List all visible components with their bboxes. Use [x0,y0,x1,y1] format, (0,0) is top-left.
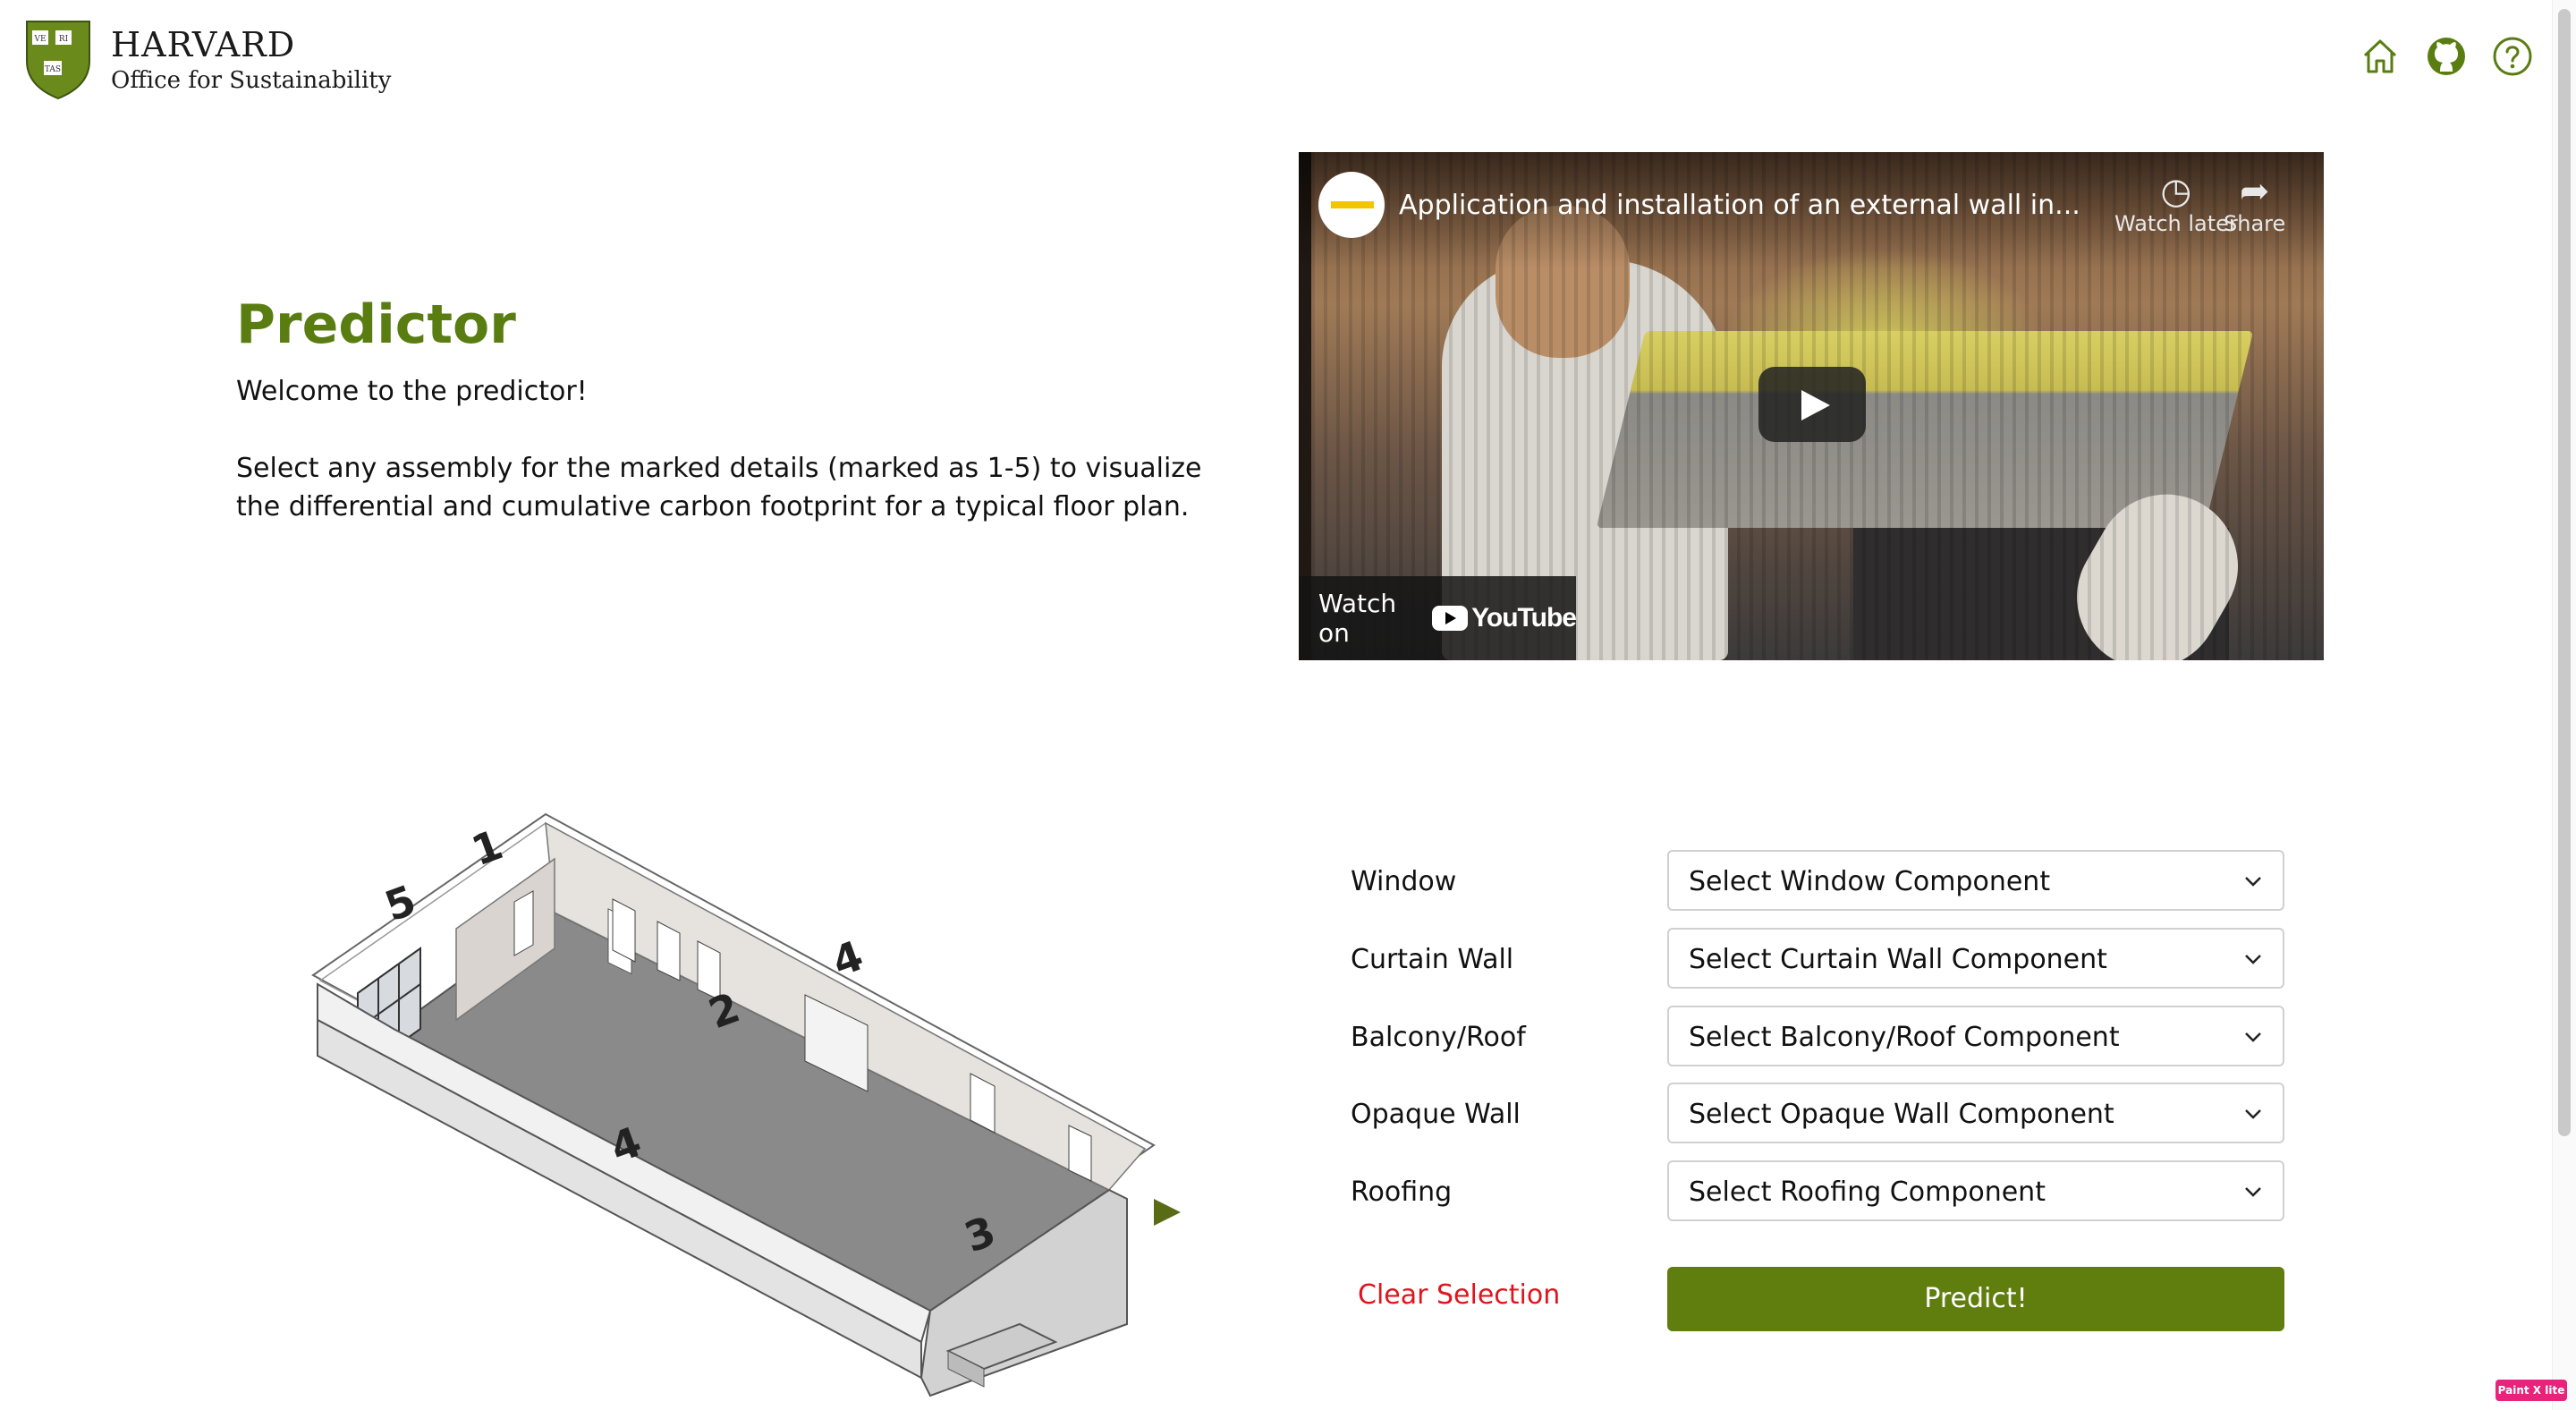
roofing-select[interactable]: Select Roofing Component [1667,1160,2284,1221]
curtain-wall-label: Curtain Wall [1351,944,1514,975]
extension-badge[interactable]: Paint X lite [2496,1380,2567,1401]
floor-plan-axonometric: 5 1 4 2 4 3 [311,812,1181,1397]
play-button[interactable] [1758,367,1866,442]
roofing-select-value: Select Roofing Component [1689,1176,2046,1208]
clock-icon: ◷ [2160,171,2192,212]
balcony-roof-label: Balcony/Roof [1351,1022,1526,1053]
curtain-wall-select[interactable]: Select Curtain Wall Component [1667,928,2284,989]
scrollbar-thumb[interactable] [2558,9,2571,1136]
chevron-down-icon [2245,1032,2261,1042]
channel-logo[interactable] [1318,172,1385,238]
home-icon[interactable] [2360,36,2401,77]
curtain-wall-select-value: Select Curtain Wall Component [1689,944,2107,975]
youtube-play-icon [1432,606,1469,631]
watch-on-youtube-button[interactable]: Watch on YouTube [1299,576,1577,660]
shield-letters-3: TAS [45,65,61,74]
page-title: Predictor [236,293,516,356]
curtain-wall-row: Curtain Wall Select Curtain Wall Compone… [1351,928,2285,990]
github-icon[interactable] [2426,36,2467,77]
brand-subtitle: Office for Sustainability [111,67,392,94]
clear-selection-button[interactable]: Clear Selection [1358,1279,1560,1311]
window-select-value: Select Window Component [1689,866,2051,897]
detail-marker-1: 1 [465,820,509,876]
watch-later-label: Watch later [2114,211,2238,236]
welcome-text: Welcome to the predictor! [236,376,588,407]
window-select[interactable]: Select Window Component [1667,850,2284,911]
video-title[interactable]: Application and installation of an exter… [1399,190,2080,221]
description-text: Select any assembly for the marked detai… [236,453,1202,522]
roofing-row: Roofing Select Roofing Component [1351,1160,2285,1223]
opaque-wall-row: Opaque Wall Select Opaque Wall Component [1351,1083,2285,1145]
youtube-logo: YouTube [1432,603,1577,633]
opaque-wall-select-value: Select Opaque Wall Component [1689,1099,2114,1130]
roofing-label: Roofing [1351,1176,1453,1208]
share-button[interactable]: ➦ Share [2224,172,2285,236]
youtube-wordmark: YouTube [1471,603,1577,633]
balcony-roof-select-value: Select Balcony/Roof Component [1689,1022,2120,1053]
watch-on-label: Watch on [1318,589,1397,648]
watch-later-button[interactable]: ◷ Watch later [2114,172,2238,236]
balcony-roof-select[interactable]: Select Balcony/Roof Component [1667,1006,2284,1066]
detail-marker-5: 5 [378,876,422,931]
share-icon: ➦ [2239,171,2270,212]
opaque-wall-label: Opaque Wall [1351,1099,1521,1130]
chevron-down-icon [2245,1187,2261,1197]
header-icon-bar [2360,36,2533,77]
brand-title: HARVARD [111,25,296,64]
window-row: Window Select Window Component [1351,850,2285,913]
chevron-down-icon [2245,1109,2261,1119]
harvard-logo[interactable]: VE RI TAS HARVARD Office for Sustainabil… [25,20,391,100]
share-label: Share [2224,211,2286,236]
brand-text: HARVARD Office for Sustainability [111,28,391,92]
window-label: Window [1351,866,1457,897]
detail-marker-4-back: 4 [826,931,869,987]
intro-section: Predictor Welcome to the predictor! Sele… [236,293,1247,526]
youtube-video-embed[interactable]: Application and installation of an exter… [1299,152,2324,660]
chevron-down-icon [2245,877,2261,887]
predict-button[interactable]: Predict! [1667,1267,2284,1331]
shield-letters-1: VE [33,35,46,44]
help-icon[interactable] [2492,36,2533,77]
harvard-shield-icon: VE RI TAS [26,21,90,100]
chevron-down-icon [2245,955,2261,964]
balcony-roof-row: Balcony/Roof Select Balcony/Roof Compone… [1351,1006,2285,1068]
page-scrollbar[interactable] [2552,0,2576,1410]
opaque-wall-select[interactable]: Select Opaque Wall Component [1667,1083,2284,1143]
shield-letters-2: RI [59,35,69,44]
